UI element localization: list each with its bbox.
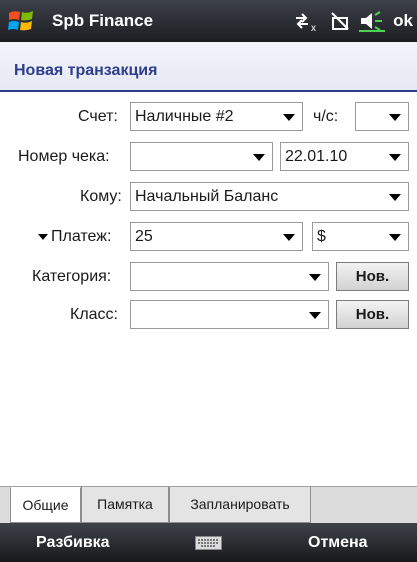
tab-general[interactable]: Общие bbox=[10, 487, 81, 523]
account-value: Наличные #2 bbox=[135, 108, 234, 125]
cleared-label: ч/с: bbox=[313, 108, 339, 125]
connectivity-icon[interactable]: x bbox=[293, 10, 321, 32]
payment-label: Платеж: bbox=[51, 228, 112, 245]
page-header: Новая транзакция bbox=[0, 42, 417, 92]
split-softkey[interactable]: Разбивка bbox=[36, 534, 110, 552]
chevron-down-icon bbox=[283, 234, 295, 241]
chevron-down-icon bbox=[389, 194, 401, 201]
amount-field[interactable]: 25 bbox=[130, 222, 303, 251]
currency-value: $ bbox=[317, 228, 326, 245]
chevron-down-icon bbox=[309, 274, 321, 281]
chevron-down-icon bbox=[253, 154, 265, 161]
amount-value: 25 bbox=[135, 228, 153, 245]
category-select[interactable] bbox=[130, 262, 329, 291]
new-category-button[interactable]: Нов. bbox=[336, 262, 409, 291]
tab-bar: Общие Памятка Запланировать bbox=[0, 486, 417, 523]
new-class-button[interactable]: Нов. bbox=[336, 300, 409, 329]
dropdown-triangle-icon bbox=[38, 233, 48, 240]
account-label: Счет: bbox=[78, 108, 118, 125]
payee-select[interactable]: Начальный Баланс bbox=[130, 182, 409, 211]
keyboard-icon[interactable] bbox=[195, 536, 222, 550]
account-select[interactable]: Наличные #2 bbox=[130, 102, 303, 131]
category-label: Категория: bbox=[32, 268, 112, 285]
check-number-label: Номер чека: bbox=[18, 148, 110, 165]
chevron-down-icon bbox=[389, 234, 401, 241]
chevron-down-icon bbox=[283, 114, 295, 121]
check-number-select[interactable] bbox=[130, 142, 273, 171]
windows-start-icon[interactable] bbox=[8, 8, 34, 34]
cleared-select[interactable] bbox=[355, 102, 409, 131]
title-bar: Spb Finance x ok bbox=[0, 0, 417, 42]
volume-icon[interactable] bbox=[359, 10, 386, 32]
class-select[interactable] bbox=[130, 300, 329, 329]
payee-label: Кому: bbox=[80, 188, 122, 205]
ok-button[interactable]: ok bbox=[393, 11, 413, 31]
tab-schedule[interactable]: Запланировать bbox=[169, 487, 311, 523]
cancel-softkey[interactable]: Отмена bbox=[308, 534, 368, 552]
payee-value: Начальный Баланс bbox=[135, 188, 279, 205]
class-label: Класс: bbox=[70, 306, 118, 323]
page-title: Новая транзакция bbox=[14, 62, 158, 79]
svg-text:x: x bbox=[311, 23, 316, 32]
tab-memo[interactable]: Памятка bbox=[81, 487, 169, 523]
chevron-down-icon bbox=[309, 312, 321, 319]
signal-off-icon[interactable] bbox=[329, 10, 351, 32]
softkey-bar: Разбивка Отмена bbox=[0, 523, 417, 562]
currency-select[interactable]: $ bbox=[312, 222, 409, 251]
chevron-down-icon bbox=[389, 154, 401, 161]
date-value: 22.01.10 bbox=[285, 148, 348, 165]
payment-type-toggle[interactable]: Платеж: bbox=[38, 228, 111, 246]
date-picker[interactable]: 22.01.10 bbox=[280, 142, 409, 171]
chevron-down-icon bbox=[389, 114, 401, 121]
status-area: x ok bbox=[293, 0, 417, 42]
app-title: Spb Finance bbox=[52, 11, 154, 30]
